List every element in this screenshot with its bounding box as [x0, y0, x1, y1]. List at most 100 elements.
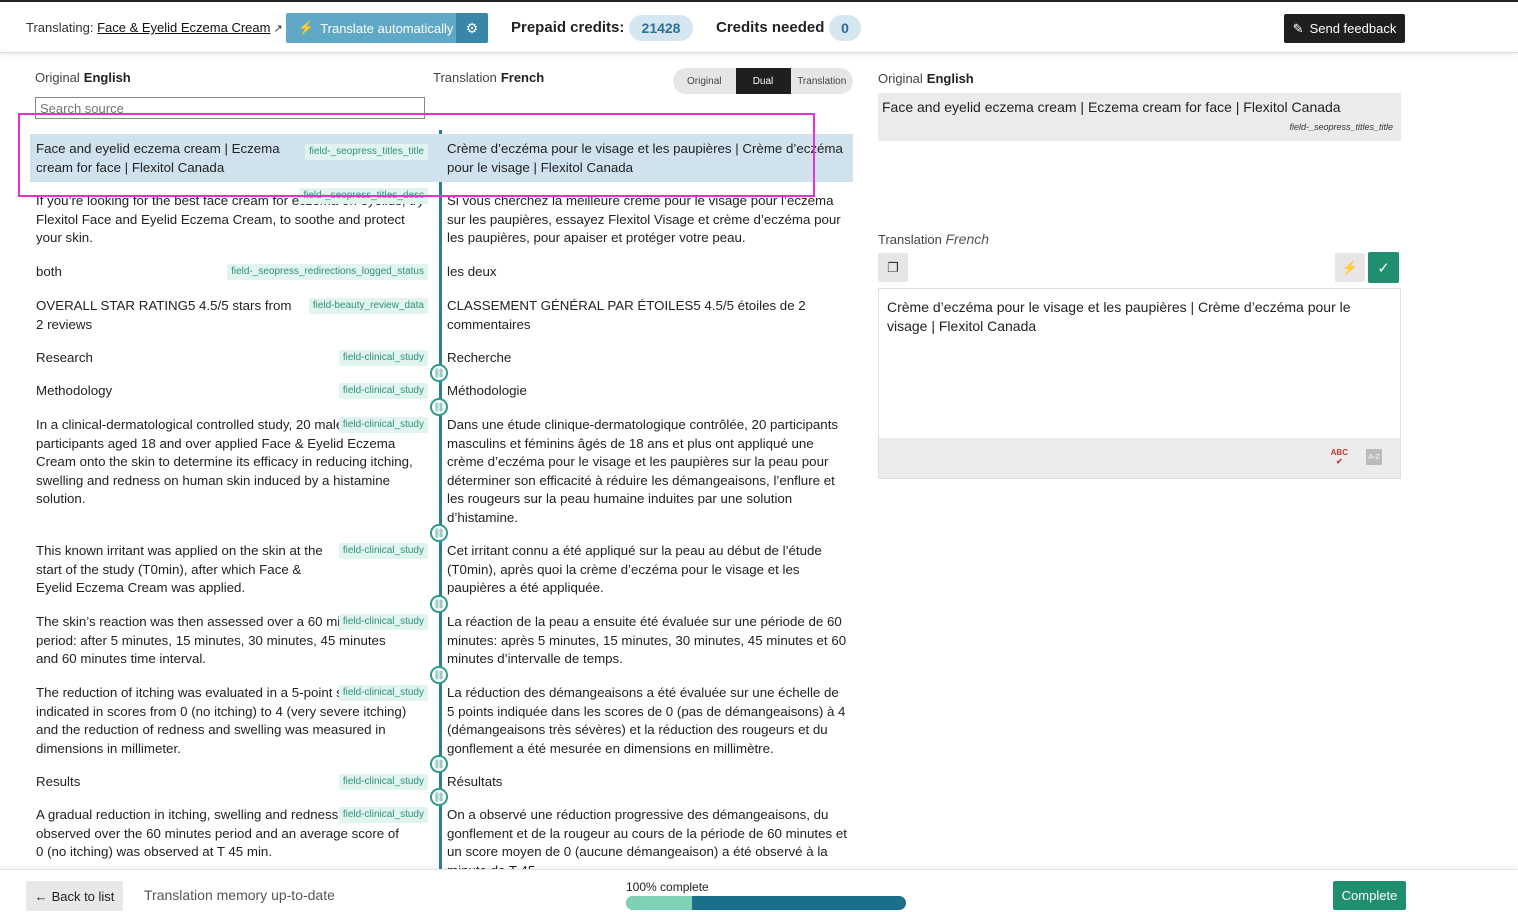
segment-source: Results: [36, 774, 81, 789]
segment-field-tag: field-clinical_study: [338, 543, 428, 559]
send-feedback-label: Send feedback: [1309, 21, 1397, 36]
segment-row[interactable]: If you’re looking for the best face crea…: [30, 188, 853, 250]
copy-icon: ❐: [887, 259, 899, 275]
segment-row[interactable]: OVERALL STAR RATING5 4.5/5 stars from 2 …: [30, 296, 853, 336]
arrow-left-icon: ←: [34, 888, 48, 904]
right-original-label: Original: [878, 71, 923, 86]
translating-label: Translating:: [26, 20, 94, 35]
segment-field-tag: field-clinical_study: [338, 685, 428, 701]
link-segments-icon[interactable]: ⛓: [430, 524, 448, 542]
top-bar: Translating: Face & Eyelid Eczema Cream ↗…: [0, 0, 1518, 53]
segment-list: Face and eyelid eczema cream | Eczema cr…: [30, 130, 853, 870]
confirm-translation-button[interactable]: ✓: [1368, 252, 1399, 283]
view-mode-toggle: Original Dual Translation: [673, 68, 853, 94]
segment-target: La réduction des démangeaisons a été éva…: [447, 685, 846, 756]
segment-target: CLASSEMENT GÉNÉRAL PAR ÉTOILES5 4.5/5 ét…: [447, 298, 806, 332]
segment-target: Méthodologie: [447, 383, 527, 398]
translate-automatically-button[interactable]: ⚡ Translate automatically: [286, 13, 456, 43]
segment-field-tag: field-clinical_study: [338, 383, 428, 399]
translate-settings-button[interactable]: ⚙: [456, 13, 488, 43]
translation-label: Translation: [433, 70, 497, 85]
right-translation-lang: French: [945, 231, 990, 247]
view-dual-option[interactable]: Dual: [735, 68, 791, 94]
doc-title-link[interactable]: Face & Eyelid Eczema Cream: [97, 20, 270, 35]
translating-info: Translating: Face & Eyelid Eczema Cream ↗: [26, 20, 283, 35]
original-field-name: field-_seopress_titles_title: [1289, 122, 1393, 132]
view-original-option[interactable]: Original: [673, 68, 736, 94]
send-feedback-button[interactable]: ✎ Send feedback: [1284, 14, 1405, 43]
link-segments-icon[interactable]: ⛓: [430, 666, 448, 684]
back-to-list-label: Back to list: [51, 888, 115, 904]
translation-lang: French: [500, 70, 545, 85]
segment-target: Si vous cherchez la meilleure crème pour…: [447, 193, 841, 245]
segment-target: les deux: [447, 264, 497, 279]
back-to-list-button[interactable]: ← Back to list: [26, 881, 123, 911]
segment-row[interactable]: both field-_seopress_redirections_logged…: [30, 262, 853, 284]
segment-row[interactable]: The skin’s reaction was then assessed ov…: [30, 612, 853, 670]
bottom-bar: ← Back to list Translation memory up-to-…: [0, 869, 1518, 912]
segment-field-tag: field-_seopress_redirections_logged_stat…: [227, 264, 428, 280]
view-translation-option[interactable]: Translation: [791, 68, 854, 94]
segment-source: This known irritant was applied on the s…: [36, 543, 323, 595]
original-text: Face and eyelid eczema cream | Eczema cr…: [882, 99, 1341, 115]
glossary-icon[interactable]: A-Z: [1366, 449, 1382, 465]
prepaid-credits-label: Prepaid credits:: [511, 19, 625, 36]
segment-field-tag: field-clinical_study: [338, 614, 428, 630]
segment-target: Recherche: [447, 350, 512, 365]
original-language-header: Original English: [35, 70, 131, 85]
progress-segment-reviewed: [626, 896, 692, 910]
translation-memory-status: Translation memory up-to-date: [144, 887, 335, 903]
segment-field-tag: field-clinical_study: [338, 350, 428, 366]
translation-text[interactable]: Crème d’eczéma pour le visage et les pau…: [887, 298, 1387, 335]
prepaid-credits-badge: 21428: [629, 15, 693, 41]
segment-row[interactable]: In a clinical-dermatological controlled …: [30, 415, 853, 527]
spellcheck-icon[interactable]: ABC ✔: [1331, 448, 1348, 466]
complete-button[interactable]: Complete: [1333, 881, 1406, 910]
link-segments-icon[interactable]: ⛓: [430, 595, 448, 613]
translation-editor[interactable]: Crème d’eczéma pour le visage et les pau…: [878, 288, 1401, 479]
credits-needed-badge: 0: [829, 15, 861, 41]
original-lang: English: [83, 70, 131, 85]
segment-source: Methodology: [36, 383, 113, 398]
bolt-icon: ⚡: [298, 20, 315, 35]
segment-row[interactable]: This known irritant was applied on the s…: [30, 541, 853, 599]
link-segments-icon[interactable]: ⛓: [430, 755, 448, 773]
right-original-lang: English: [926, 71, 974, 86]
link-segments-icon[interactable]: ⛓: [430, 788, 448, 806]
selection-highlight-frame: [18, 113, 815, 197]
segment-target: Résultats: [447, 774, 503, 789]
segment-field-tag: field-beauty_review_data: [308, 298, 428, 314]
progress-label: 100% complete: [626, 880, 709, 894]
copy-source-button[interactable]: ❐: [878, 253, 908, 282]
original-label: Original: [35, 70, 80, 85]
machine-translate-button[interactable]: ⚡: [1335, 253, 1365, 282]
segment-target: Dans une étude clinique-dermatologique c…: [447, 417, 839, 525]
translation-language-header: Translation French: [433, 70, 544, 85]
right-original-header: Original English: [878, 71, 974, 86]
link-segments-icon[interactable]: ⛓: [430, 398, 448, 416]
credits-needed-label: Credits needed: [716, 19, 825, 36]
right-translation-label: Translation: [878, 232, 942, 247]
segment-field-tag: field-clinical_study: [338, 417, 428, 433]
translate-automatically-label: Translate automatically: [320, 20, 454, 36]
progress-bar: [626, 896, 906, 910]
external-link-icon[interactable]: ↗: [273, 22, 282, 35]
segment-target: La réaction de la peau a ensuite été éva…: [447, 614, 847, 666]
spellcheck-label: ABC: [1330, 448, 1348, 457]
segment-source: both: [36, 264, 62, 279]
gear-icon: ⚙: [465, 19, 479, 36]
segment-row[interactable]: The reduction of itching was evaluated i…: [30, 683, 853, 759]
check-icon: ✓: [1377, 259, 1390, 277]
segment-field-tag: field-clinical_study: [338, 774, 428, 790]
right-translation-header: Translation French: [878, 231, 989, 247]
segment-target: Cet irritant connu a été appliqué sur la…: [447, 543, 822, 595]
segment-row[interactable]: A gradual reduction in itching, swelling…: [30, 805, 853, 870]
segment-field-tag: field-clinical_study: [338, 807, 428, 823]
editor-toolbar: ABC ✔ A-Z: [879, 438, 1400, 478]
pen-icon: ✎: [1292, 20, 1304, 36]
link-segments-icon[interactable]: ⛓: [430, 364, 448, 382]
bolt-icon: ⚡: [1341, 259, 1359, 275]
segment-target: On a observé une réduction progressive d…: [447, 807, 847, 870]
segment-source: OVERALL STAR RATING5 4.5/5 stars from 2 …: [36, 298, 292, 332]
original-text-box: Face and eyelid eczema cream | Eczema cr…: [878, 93, 1401, 141]
